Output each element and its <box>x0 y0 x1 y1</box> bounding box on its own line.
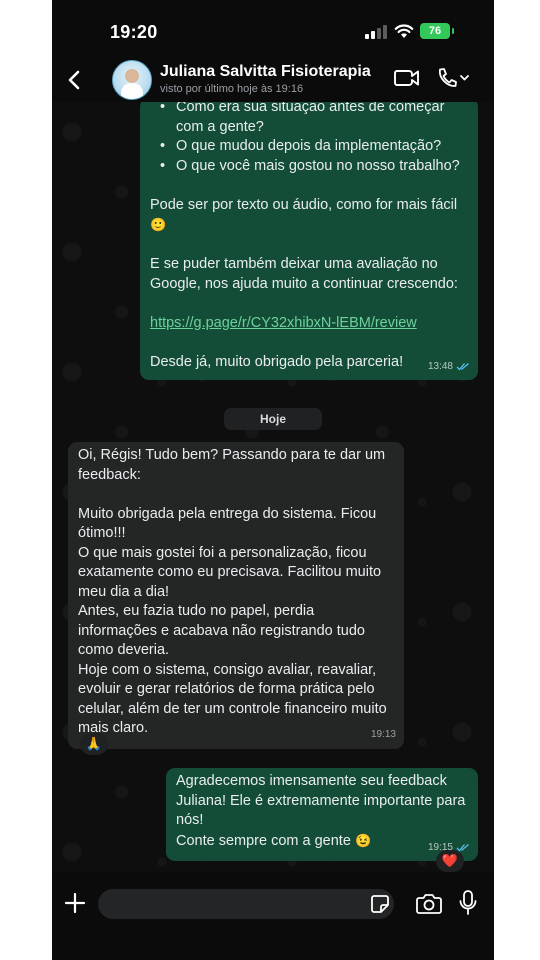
message-text: Oi, Régis! Tudo bem? Passando para te da… <box>78 447 386 483</box>
message-text: Pode ser por texto ou áudio, como for ma… <box>150 196 466 236</box>
battery-tip <box>452 28 454 34</box>
message-meta: 13:48 <box>428 357 470 377</box>
sticker-icon[interactable] <box>370 894 390 914</box>
battery-indicator: 76 <box>420 23 450 39</box>
outgoing-message-bubble[interactable]: Como era sua situação antes de começar c… <box>140 102 478 380</box>
message-text: Desde já, muito obrigado pela parceria! <box>150 353 404 370</box>
message-text: Antes, eu fazia tudo no papel, perdia in… <box>78 603 365 658</box>
message-input[interactable] <box>98 889 394 919</box>
message-text: Hoje com o sistema, consigo avaliar, rea… <box>78 661 387 737</box>
microphone-icon[interactable] <box>458 890 478 916</box>
message-text-line: Conte sempre com a gente <box>176 832 351 849</box>
video-call-icon[interactable] <box>394 68 420 88</box>
message-text: Conte sempre com a gente 😉 <box>176 831 466 852</box>
day-divider: Hoje <box>224 408 322 430</box>
message-reaction[interactable]: ❤️ <box>436 850 464 872</box>
question-item: Como era sua situação antes de começar c… <box>160 102 466 137</box>
contact-avatar[interactable] <box>112 60 152 100</box>
message-time: 13:48 <box>427 360 453 372</box>
contact-name[interactable]: Juliana Salvitta Fisioterapia <box>160 63 371 81</box>
smile-emoji: 🙂 <box>150 217 167 232</box>
back-chevron-icon[interactable] <box>60 66 88 94</box>
message-meta: 19:13 <box>371 725 396 745</box>
avatar-body <box>121 83 143 99</box>
compose-bar <box>52 872 494 960</box>
phone-call-icon[interactable] <box>435 67 471 89</box>
question-item: O que mudou depois da implementação? <box>160 137 466 157</box>
message-text: Agradecemos imensamente seu feedback Jul… <box>176 773 466 828</box>
last-seen-status: visto por último hoje às 19:16 <box>160 83 304 95</box>
plus-icon[interactable] <box>64 892 86 914</box>
read-receipt-icon <box>456 362 469 371</box>
wifi-icon <box>394 24 414 38</box>
message-text: Muito obrigada pela entrega do sistema. … <box>78 505 377 542</box>
question-list: Como era sua situação antes de começar c… <box>150 102 466 176</box>
outgoing-message-bubble[interactable]: Agradecemos imensamente seu feedback Jul… <box>166 768 478 861</box>
chat-header: Juliana Salvitta Fisioterapia visto por … <box>52 60 494 102</box>
wink-emoji: 😉 <box>354 832 372 848</box>
phone-screen: 19:20 76 Juliana Salvitta Fisioterapia v… <box>52 0 494 960</box>
message-text: E se puder também deixar uma avaliação n… <box>150 256 458 292</box>
camera-icon[interactable] <box>416 893 442 915</box>
message-time: 19:13 <box>370 729 396 740</box>
incoming-message-bubble[interactable]: Oi, Régis! Tudo bem? Passando para te da… <box>68 442 404 749</box>
question-item: O que você mais gostou no nosso trabalho… <box>160 157 466 177</box>
avatar-face <box>125 69 139 83</box>
chat-area[interactable]: Como era sua situação antes de começar c… <box>52 102 494 872</box>
signal-icon <box>365 25 387 39</box>
message-reaction[interactable]: 🙏 <box>80 733 108 755</box>
review-link[interactable]: https://g.page/r/CY32xhibxN-lEBM/review <box>150 315 417 331</box>
status-time: 19:20 <box>110 22 158 42</box>
message-text: O que mais gostei foi a personalização, … <box>78 544 382 600</box>
status-bar: 19:20 76 <box>52 0 494 60</box>
message-text-line: Pode ser por texto ou áudio, como for ma… <box>150 196 458 213</box>
